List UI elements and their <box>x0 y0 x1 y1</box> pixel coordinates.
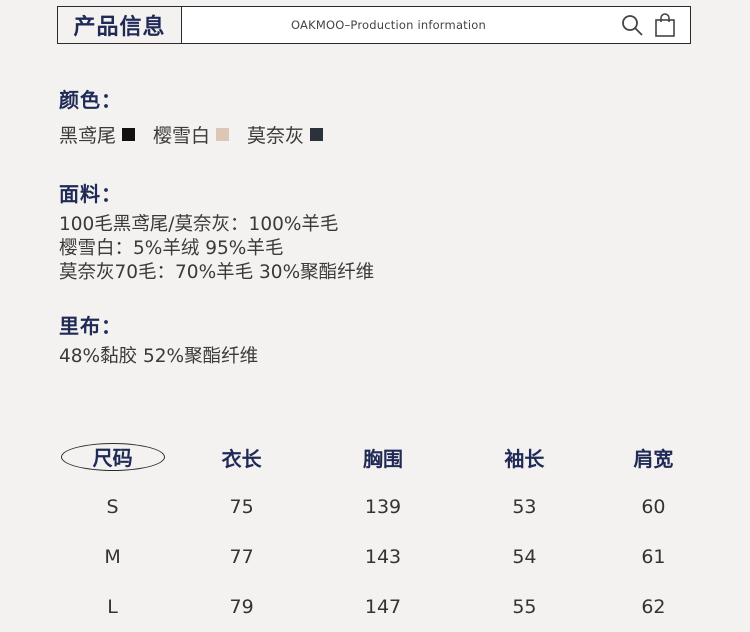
table-row: M 77 143 54 61 <box>58 532 708 582</box>
chest-cell: 147 <box>364 596 402 618</box>
color-swatch <box>216 128 230 141</box>
lining-section: 里布： 48%黏胶 52%聚酯纤维 <box>59 310 258 369</box>
size-cell: S <box>106 496 119 518</box>
size-cell: L <box>107 596 118 618</box>
shopping-bag-icon[interactable] <box>654 13 676 37</box>
color-option[interactable]: 黑鸢尾 <box>59 121 136 148</box>
color-title: 颜色： <box>59 88 122 112</box>
header-sleeve: 袖长 <box>504 446 545 471</box>
sleeve-cell: 55 <box>512 596 537 618</box>
color-name: 莫奈灰 <box>247 125 305 147</box>
page-title: 产品信息 <box>58 7 182 43</box>
table-row: S 75 139 53 60 <box>58 482 708 532</box>
fabric-title: 面料： <box>59 182 122 206</box>
fabric-line: 100毛黑鸢尾/莫奈灰：100%羊毛 <box>59 214 339 235</box>
fabric-section: 面料： 100毛黑鸢尾/莫奈灰：100%羊毛 樱雪白：5%羊绒 95%羊毛 莫奈… <box>59 178 374 285</box>
product-info-header: 产品信息 OAKMOO–Production information <box>57 6 691 44</box>
header-chest: 胸围 <box>363 446 403 471</box>
shoulder-cell: 61 <box>641 546 666 568</box>
search-icon[interactable] <box>620 13 644 37</box>
lining-title: 里布： <box>59 314 122 338</box>
header-size: 尺码 <box>58 443 167 471</box>
header-length: 衣长 <box>221 446 262 471</box>
size-table: 尺码 衣长 胸围 袖长 肩宽 S 75 139 53 60 M 77 143 5… <box>58 440 708 632</box>
fabric-line: 莫奈灰70毛：70%羊毛 30%聚酯纤维 <box>59 262 375 283</box>
shoulder-cell: 60 <box>641 496 666 518</box>
color-name: 黑鸢尾 <box>59 125 117 147</box>
length-cell: 77 <box>229 546 254 568</box>
length-cell: 79 <box>229 596 254 618</box>
header-icons <box>620 13 676 37</box>
color-swatch <box>122 128 136 141</box>
color-option[interactable]: 莫奈灰 <box>247 121 324 148</box>
sleeve-cell: 54 <box>512 546 537 568</box>
fabric-line: 樱雪白：5%羊绒 95%羊毛 <box>59 238 284 259</box>
color-name: 樱雪白 <box>153 125 211 147</box>
color-section: 颜色： 黑鸢尾 樱雪白 莫奈灰 <box>59 84 341 148</box>
shoulder-cell: 62 <box>641 596 666 618</box>
header-shoulder: 肩宽 <box>633 446 674 471</box>
length-cell: 75 <box>229 496 254 518</box>
color-option[interactable]: 樱雪白 <box>153 121 230 148</box>
table-row: L 79 147 55 62 <box>58 582 708 632</box>
size-cell: M <box>104 546 121 568</box>
size-header-oval: 尺码 <box>60 443 165 471</box>
color-swatch <box>310 128 324 141</box>
chest-cell: 139 <box>364 496 402 518</box>
chest-cell: 143 <box>364 546 402 568</box>
header-subtitle: OAKMOO–Production information <box>290 18 487 32</box>
size-table-header: 尺码 衣长 胸围 袖长 肩宽 <box>58 440 708 474</box>
sleeve-cell: 53 <box>512 496 537 518</box>
lining-line: 48%黏胶 52%聚酯纤维 <box>59 346 259 367</box>
color-list: 黑鸢尾 樱雪白 莫奈灰 <box>59 121 341 148</box>
